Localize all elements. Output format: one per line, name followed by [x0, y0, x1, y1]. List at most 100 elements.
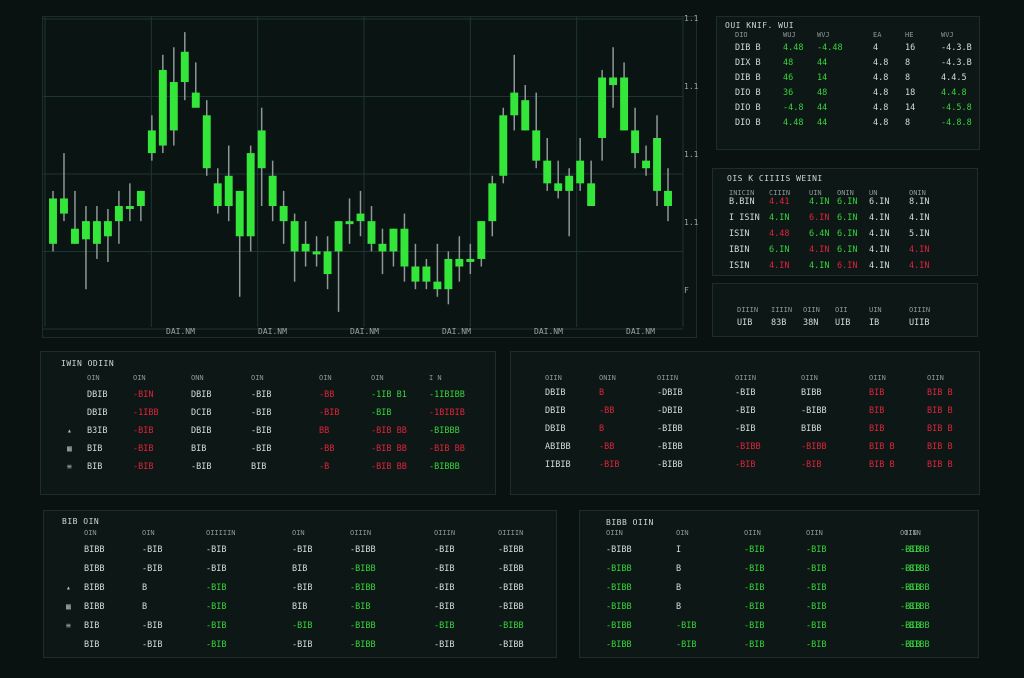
candle[interactable] — [653, 115, 661, 207]
candle[interactable] — [202, 100, 211, 176]
column-header[interactable]: OIIN — [803, 306, 820, 314]
column-header[interactable]: OIIIN — [657, 374, 678, 382]
candle[interactable] — [136, 190, 145, 222]
candle[interactable] — [587, 160, 596, 207]
candle[interactable] — [71, 190, 79, 244]
candle[interactable] — [147, 115, 156, 161]
column-header[interactable]: OIIIIIN — [206, 529, 236, 537]
column-header[interactable]: WVJ — [941, 31, 954, 39]
column-header[interactable]: OIN — [676, 529, 689, 537]
grid-icon[interactable]: ▦ — [66, 602, 71, 611]
candle[interactable] — [444, 251, 453, 305]
candle[interactable] — [367, 206, 376, 252]
column-header[interactable]: EA — [873, 31, 881, 39]
candle[interactable] — [664, 168, 672, 222]
column-header[interactable]: ONIN — [909, 189, 926, 197]
column-header[interactable]: OIIIN — [909, 306, 930, 314]
column-header[interactable]: OIIN — [904, 529, 921, 537]
candle[interactable] — [60, 153, 68, 222]
column-header[interactable]: INICIN — [729, 189, 754, 197]
column-header[interactable]: OIN — [371, 374, 384, 382]
candle[interactable] — [356, 190, 365, 237]
column-header[interactable]: ONN — [191, 374, 204, 382]
candle[interactable] — [422, 258, 431, 290]
column-header[interactable]: UIN — [869, 306, 882, 314]
candle[interactable] — [642, 145, 651, 176]
candle[interactable] — [180, 32, 189, 101]
column-header[interactable]: OIN — [251, 374, 264, 382]
column-header[interactable]: CIIIN — [769, 189, 790, 197]
column-header[interactable]: OIIN — [744, 529, 761, 537]
candle[interactable] — [411, 243, 420, 290]
candle[interactable] — [554, 160, 563, 199]
candle[interactable] — [499, 107, 508, 184]
candle[interactable] — [49, 190, 57, 252]
candle[interactable] — [455, 236, 464, 282]
candle[interactable] — [477, 221, 486, 267]
column-header[interactable]: OIN — [292, 529, 305, 537]
column-header[interactable]: OIIIN — [434, 529, 455, 537]
candle[interactable] — [257, 107, 266, 207]
candle[interactable] — [224, 145, 233, 222]
column-header[interactable]: UN — [869, 189, 877, 197]
column-header[interactable]: DIO — [735, 31, 748, 39]
column-header[interactable]: OIIN — [927, 374, 944, 382]
caret-icon[interactable]: ▴ — [67, 426, 72, 435]
bars-icon[interactable]: ≡ — [66, 621, 71, 630]
bars-icon[interactable]: ≡ — [67, 462, 72, 471]
candle[interactable] — [576, 137, 585, 191]
candle[interactable] — [620, 62, 629, 131]
column-header[interactable]: WUJ — [783, 31, 796, 39]
candlestick-chart[interactable] — [43, 17, 696, 337]
candle[interactable] — [400, 213, 409, 282]
column-header[interactable]: OIN — [87, 374, 100, 382]
candle[interactable] — [158, 54, 167, 154]
column-header[interactable]: ONIN — [837, 189, 854, 197]
column-header[interactable]: OIIIN — [350, 529, 371, 537]
column-header[interactable]: UIN — [809, 189, 822, 197]
candle[interactable] — [246, 145, 255, 252]
candle[interactable] — [235, 190, 244, 297]
candle[interactable] — [312, 236, 321, 267]
candle[interactable] — [125, 183, 134, 222]
candle[interactable] — [631, 107, 640, 169]
column-header[interactable]: WVJ — [817, 31, 830, 39]
column-header[interactable]: OIIN — [545, 374, 562, 382]
candle[interactable] — [169, 47, 178, 146]
candle[interactable] — [290, 213, 299, 282]
grid-icon[interactable]: ▦ — [67, 444, 72, 453]
column-header[interactable]: I N — [429, 374, 442, 382]
candle[interactable] — [598, 69, 607, 161]
column-header[interactable]: OII — [835, 306, 848, 314]
column-header[interactable]: OIN — [319, 374, 332, 382]
column-header[interactable]: DIIIN — [737, 306, 758, 314]
candle[interactable] — [114, 190, 123, 244]
candle[interactable] — [301, 221, 310, 267]
candle[interactable] — [488, 175, 497, 237]
candle[interactable] — [521, 85, 530, 131]
column-header[interactable]: IIIIN — [771, 306, 792, 314]
candle[interactable] — [323, 236, 332, 290]
candle[interactable] — [466, 243, 475, 275]
candle[interactable] — [510, 54, 519, 131]
candle[interactable] — [191, 62, 200, 108]
candle[interactable] — [103, 209, 112, 262]
column-header[interactable]: OIIN — [806, 529, 823, 537]
candle[interactable] — [334, 221, 343, 312]
column-header[interactable]: OIIIN — [735, 374, 756, 382]
candle[interactable] — [543, 137, 552, 191]
candle[interactable] — [345, 198, 354, 244]
column-header[interactable]: OIIN — [606, 529, 623, 537]
candle[interactable] — [532, 92, 541, 169]
column-header[interactable]: OIN — [84, 529, 97, 537]
candle[interactable] — [565, 168, 574, 237]
column-header[interactable]: OIN — [133, 374, 146, 382]
candle[interactable] — [268, 160, 277, 222]
column-header[interactable]: OIN — [142, 529, 155, 537]
candle[interactable] — [389, 228, 398, 267]
candle[interactable] — [213, 168, 222, 214]
column-header[interactable]: OIIIIN — [498, 529, 523, 537]
column-header[interactable]: ONIN — [599, 374, 616, 382]
column-header[interactable]: OIIN — [801, 374, 818, 382]
column-header[interactable]: HE — [905, 31, 913, 39]
